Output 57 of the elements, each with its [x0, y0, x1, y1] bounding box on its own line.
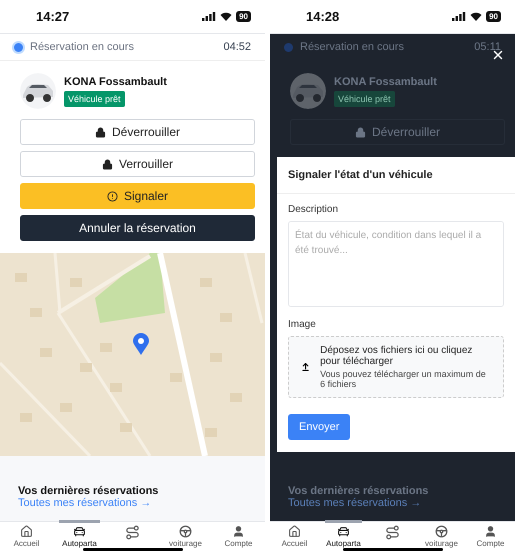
signal-icon: [452, 12, 466, 21]
nav-tab[interactable]: Accueil: [0, 522, 53, 548]
field-label: Image: [288, 319, 317, 330]
lock-button[interactable]: Verrouiller: [20, 151, 255, 177]
route-icon: [385, 525, 400, 540]
report-button[interactable]: Signaler: [20, 183, 255, 209]
status-time: 14:28: [306, 9, 340, 24]
vehicle-name: KONA Fossambault: [64, 76, 167, 88]
home-icon: [19, 525, 34, 538]
status-time: 14:27: [36, 9, 70, 24]
lock-icon: [354, 126, 366, 138]
lock-icon: [102, 158, 113, 170]
dialog-title: Signaler l'état d'un véhicule: [277, 157, 515, 194]
nav-tab[interactable]: Compte: [466, 522, 515, 548]
drop-hint: Vous pouvez télécharger un maximum de 6 fichiers: [320, 369, 487, 389]
nav-tab[interactable]: voiturage: [159, 522, 212, 548]
car-icon: [72, 525, 87, 538]
map-pin-icon: [133, 333, 149, 355]
steering-wheel-icon: [434, 525, 449, 538]
file-drop-zone[interactable]: Déposez vos fichiers ici ou cliquez pour télécharger Vous pouvez télécharger un maximum de 6 fichiers: [288, 336, 504, 398]
upload-icon: [301, 361, 310, 373]
steering-wheel-icon: [178, 525, 193, 538]
wifi-icon: [470, 12, 482, 21]
signal-icon: [202, 12, 216, 21]
alert-icon: [106, 190, 118, 202]
lock-button[interactable]: Déverrouiller: [20, 119, 255, 145]
status-dot: [284, 42, 293, 52]
reservation-timer: 05:11: [474, 41, 501, 53]
field-label: Description: [288, 204, 340, 215]
battery-level: 90: [236, 11, 251, 22]
section-title: Vos dernières réservations: [288, 485, 430, 497]
nav-tab[interactable]: Compte: [212, 522, 265, 548]
status-dot: [14, 42, 23, 52]
battery-level: 90: [486, 11, 501, 22]
route-icon: [125, 525, 140, 540]
car-icon: [336, 525, 351, 538]
user-icon: [483, 525, 498, 538]
reservation-status: Réservation en cours: [30, 41, 135, 53]
nav-tab[interactable]: Accueil: [270, 522, 319, 548]
home-icon: [287, 525, 302, 538]
vehicle-status: Véhicule prêt: [334, 90, 395, 106]
description-field[interactable]: État du véhicule, condition dans lequel il a été trouvé...: [288, 221, 504, 307]
drop-text: Déposez vos fichiers ici ou cliquez pour télécharger: [320, 345, 474, 367]
vehicle-name: KONA Fossambault: [334, 76, 437, 88]
reservation-timer: 04:52: [223, 41, 251, 53]
reservation-status: Réservation en cours: [300, 41, 405, 53]
send-button[interactable]: Envoyer: [288, 414, 350, 440]
wifi-icon: [220, 12, 232, 21]
nav-tab[interactable]: Autoparta: [53, 522, 106, 548]
lock-icon: [94, 126, 106, 138]
user-icon: [231, 525, 246, 538]
section-title: Vos dernières réservations: [18, 485, 160, 497]
nav-tab[interactable]: voiturage: [417, 522, 466, 548]
cancel-button[interactable]: Annuler la réservation: [20, 215, 255, 241]
vehicle-status: Véhicule prêt: [64, 90, 125, 106]
nav-tab[interactable]: Autoparta: [319, 522, 368, 548]
all-reservations-link[interactable]: Toutes mes réservations →: [288, 497, 497, 509]
